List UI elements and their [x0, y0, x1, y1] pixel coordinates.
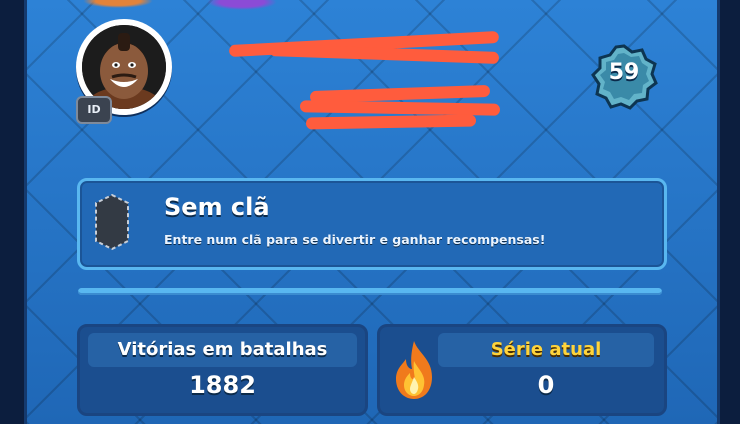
current-streak-label: Série atual: [438, 333, 654, 367]
current-streak-value: 0: [537, 371, 555, 399]
level-number: 59: [608, 60, 640, 85]
redacted-player-tag: [299, 82, 510, 136]
section-divider: [78, 288, 662, 295]
decorative-sparkle-purple: [207, 0, 277, 10]
clan-subtitle: Entre num clã para se divertir e ganhar …: [164, 232, 546, 247]
decorative-sparkle-orange: [83, 0, 153, 8]
clan-card[interactable]: Sem clã Entre num clã para se divertir e…: [77, 178, 667, 270]
empty-clan-shield-icon: [95, 193, 129, 251]
level-badge[interactable]: 59: [590, 44, 658, 110]
battle-wins-card: Vitórias em batalhas 1882: [77, 324, 368, 416]
current-streak-card: Série atual 0: [377, 324, 667, 416]
flame-icon: [396, 341, 432, 399]
id-badge[interactable]: ID: [76, 96, 112, 124]
battle-wins-value: 1882: [189, 371, 256, 399]
clan-title: Sem clã: [164, 193, 270, 221]
redacted-player-name: [228, 30, 504, 65]
battle-wins-label: Vitórias em batalhas: [88, 333, 357, 367]
